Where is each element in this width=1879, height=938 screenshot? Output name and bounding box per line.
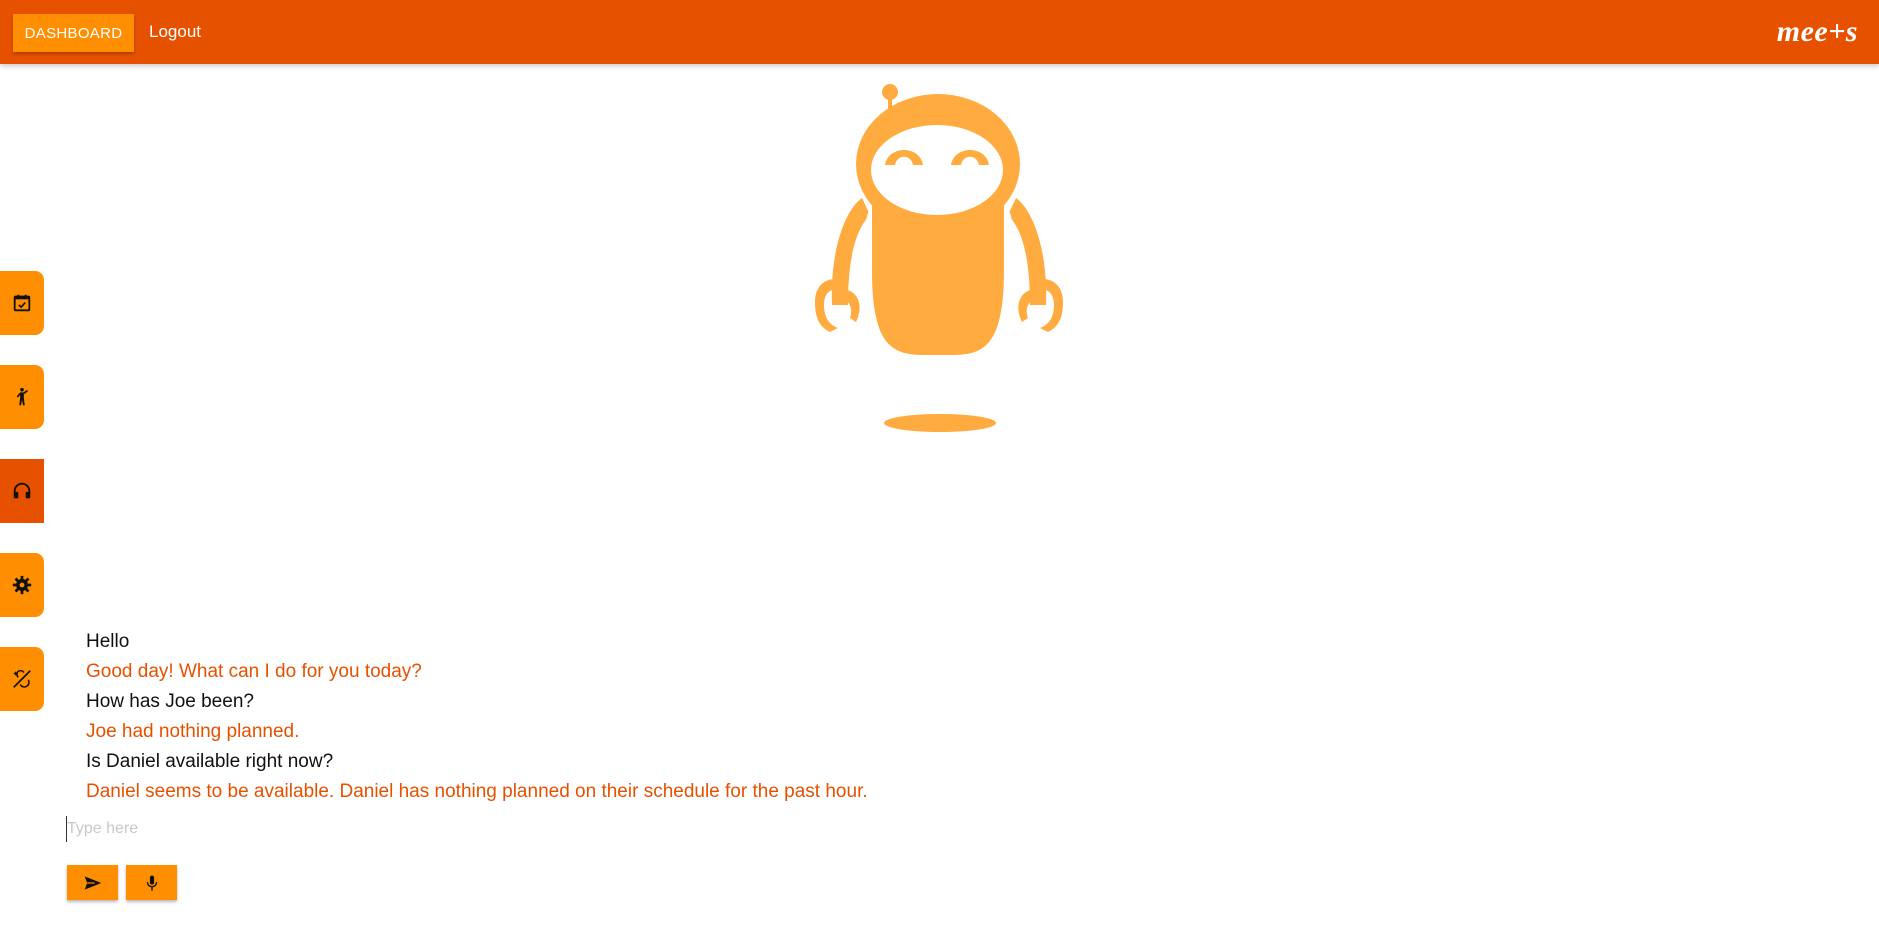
sidebar-item-support[interactable] [0, 459, 44, 523]
bot-message: Good day! What can I do for you today? [86, 661, 422, 682]
send-icon [84, 875, 101, 890]
microphone-icon [146, 875, 157, 890]
robot-illustration [815, 84, 1063, 432]
walking-person-icon [16, 387, 28, 406]
user-message: How has Joe been? [86, 691, 254, 712]
sidebar-item-calendar[interactable] [0, 271, 44, 335]
sidebar-item-activity[interactable] [0, 365, 44, 429]
gear-icon [12, 575, 32, 595]
robot-face [871, 125, 1003, 215]
sidebar-item-tools[interactable] [0, 647, 44, 711]
headset-icon [13, 482, 31, 499]
chat-input[interactable] [66, 816, 1856, 842]
user-message: Is Daniel available right now? [86, 751, 334, 772]
top-app-bar: DASHBOARD Logout mee+s [0, 0, 1879, 64]
user-message: Hello [86, 631, 130, 652]
send-button[interactable] [67, 865, 118, 900]
magic-wand-icon [13, 669, 31, 688]
microphone-button[interactable] [126, 865, 177, 900]
chat-messages: Hello Good day! What can I do for you to… [86, 627, 868, 807]
bot-message: Daniel seems to be available. Daniel has… [86, 781, 868, 802]
sidebar-item-settings[interactable] [0, 553, 44, 617]
bot-message: Joe had nothing planned. [86, 721, 300, 742]
robot-shadow [884, 414, 996, 432]
calendar-check-icon [13, 294, 31, 312]
brand-logo: mee+s [1776, 15, 1858, 48]
dashboard-button[interactable]: DASHBOARD [13, 14, 134, 52]
logout-link[interactable]: Logout [149, 22, 201, 42]
